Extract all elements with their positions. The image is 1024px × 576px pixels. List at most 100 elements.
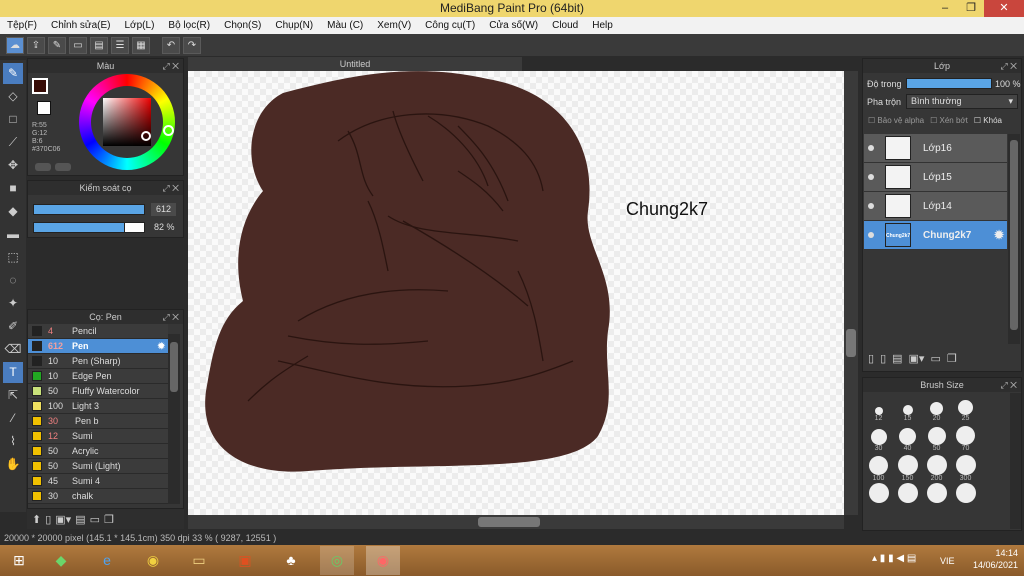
duplicate-icon[interactable]: ❐ — [947, 352, 957, 365]
panel-close-icon[interactable]: ⤢ ✕ — [162, 181, 179, 195]
dropper-tool-icon[interactable]: ⁄ — [3, 408, 23, 429]
layer-item-14[interactable]: Lớp14 — [864, 192, 1007, 221]
brush-item-acrylic[interactable]: 50 Acrylic — [28, 444, 168, 459]
brush-folder-icon[interactable]: ▭ — [90, 513, 100, 526]
windows-start-icon[interactable]: ⊞ — [2, 546, 36, 575]
rectangle-tool-icon[interactable]: □ — [3, 109, 23, 130]
hue-marker[interactable] — [163, 125, 174, 136]
medibang-paint-icon[interactable]: ◉ — [366, 546, 400, 575]
brush-size-preset[interactable] — [951, 483, 980, 513]
brush-item-light3[interactable]: 100 Light 3 — [28, 399, 168, 414]
canvas-horizontal-scrollbar[interactable] — [188, 515, 844, 529]
menu-file[interactable]: Tệp(F) — [0, 17, 44, 34]
minimize-button[interactable]: ‒ — [932, 0, 958, 17]
brush-size-preset[interactable]: 300 — [951, 453, 980, 483]
brush-size-preset[interactable]: 200 — [922, 453, 951, 483]
move-tool-icon[interactable]: ✥ — [3, 155, 23, 176]
line-tool-icon[interactable]: ⟋ — [3, 132, 23, 153]
brush-settings-icon[interactable]: ✹ — [157, 341, 165, 352]
brush-item-chalk[interactable]: 30 chalk — [28, 489, 168, 504]
comment-icon[interactable]: ✎ — [48, 36, 66, 54]
brush-size-preset[interactable]: 40 — [893, 423, 922, 453]
brush-size-preset[interactable]: 150 — [893, 453, 922, 483]
menu-window[interactable]: Cửa số(W) — [482, 17, 545, 34]
menu-filter[interactable]: Bộ lọc(R) — [161, 17, 217, 34]
bluestacks-icon[interactable]: ◆ — [44, 546, 78, 575]
undo-icon[interactable]: ↶ — [162, 36, 180, 54]
eraser-tool-icon[interactable]: ◇ — [3, 86, 23, 107]
brush-item-pen-b[interactable]: 30 Pen b — [28, 414, 168, 429]
panel-close-icon[interactable]: ⤢ ✕ — [1000, 59, 1017, 73]
message-icon[interactable]: ▭ — [69, 36, 87, 54]
primary-color-swatch[interactable] — [32, 78, 48, 94]
brush-item-sumi-light[interactable]: 50 Sumi (Light) — [28, 459, 168, 474]
brush-item-sumi[interactable]: 12 Sumi — [28, 429, 168, 444]
eye-icon[interactable] — [868, 145, 874, 151]
tray-icons[interactable]: ▴ ▮ ▮ ◀ ▤ — [872, 553, 916, 564]
restore-button[interactable]: ❐ — [958, 0, 984, 17]
menu-edit[interactable]: Chỉnh sửa(E) — [44, 17, 118, 34]
menu-tools[interactable]: Công cụ(T) — [418, 17, 482, 34]
brush-duplicate-icon[interactable]: ❐ — [104, 513, 114, 526]
brush-size-preset[interactable]: 12 — [864, 393, 893, 423]
panel-close-icon[interactable]: ⤢ ✕ — [162, 310, 179, 324]
brush-size-preset[interactable]: 50 — [922, 423, 951, 453]
brush-new-icon[interactable]: ▯ — [45, 513, 51, 526]
lock-checkbox[interactable]: ☐ Khóa — [974, 116, 1002, 125]
panel-close-icon[interactable]: ⤢ ✕ — [1000, 378, 1017, 392]
brush-tool-icon[interactable]: ✎ — [3, 63, 23, 84]
app-icon[interactable]: ♣ — [274, 546, 308, 575]
medibang-icon[interactable]: ◎ — [320, 546, 354, 575]
internet-explorer-icon[interactable]: e — [90, 546, 124, 575]
brush-copy-icon[interactable]: ▤ — [75, 513, 85, 526]
brush-size-preset[interactable]: 70 — [951, 423, 980, 453]
menu-help[interactable]: Help — [585, 17, 620, 34]
panel-close-icon[interactable]: ⤢ ✕ — [162, 59, 179, 73]
brush-size-scrollbar[interactable] — [1010, 393, 1021, 529]
share-icon[interactable]: ⇪ — [27, 36, 45, 54]
document-icon[interactable]: ▤ — [90, 36, 108, 54]
menu-layer[interactable]: Lớp(L) — [118, 17, 162, 34]
secondary-color-swatch[interactable] — [37, 101, 51, 115]
palette-add-icon[interactable] — [35, 163, 51, 171]
cloud-icon[interactable]: ☁ — [6, 36, 24, 54]
brush-add-icon[interactable]: ⬆ — [32, 513, 41, 526]
brush-size-value[interactable]: 612 — [151, 203, 176, 216]
brush-menu-icon[interactable]: ▣▾ — [55, 513, 71, 526]
layer-opacity-slider[interactable] — [906, 78, 992, 89]
canvas[interactable]: Chung2k7 — [188, 71, 844, 515]
layer-scrollbar[interactable] — [1008, 134, 1020, 344]
language-indicator[interactable]: VIE — [940, 556, 955, 566]
clock[interactable]: 14:14 14/06/2021 — [973, 547, 1018, 571]
brush-item-pencil[interactable]: 4 Pencil — [28, 324, 168, 339]
brush-size-preset[interactable] — [922, 483, 951, 513]
menu-color[interactable]: Màu (C) — [320, 17, 370, 34]
canvas-vertical-scrollbar[interactable] — [844, 71, 858, 515]
brush-size-preset[interactable]: 25 — [951, 393, 980, 423]
brush-size-preset[interactable]: 30 — [864, 423, 893, 453]
menu-select[interactable]: Chọn(S) — [217, 17, 268, 34]
brush-opacity-slider[interactable] — [33, 222, 125, 233]
menu-snap[interactable]: Chụp(N) — [268, 17, 320, 34]
brush-item-edge-pen[interactable]: 10 Edge Pen — [28, 369, 168, 384]
palette-menu-icon[interactable] — [55, 163, 71, 171]
brush-item-pen-sharp[interactable]: 10 Pen (Sharp) — [28, 354, 168, 369]
list-icon[interactable]: ☰ — [111, 36, 129, 54]
brush-size-slider[interactable] — [33, 204, 145, 215]
layer-settings-icon[interactable]: ✹ — [994, 228, 1004, 242]
brush-item-sumi4[interactable]: 45 Sumi 4 — [28, 474, 168, 489]
brush-size-preset[interactable]: 100 — [864, 453, 893, 483]
folder-icon[interactable]: ▭ — [930, 352, 940, 365]
eye-icon[interactable] — [868, 232, 874, 238]
protect-alpha-checkbox[interactable]: ☐ Bảo vệ alpha — [868, 116, 924, 125]
layer-item-16[interactable]: Lớp16 — [864, 134, 1007, 163]
eye-icon[interactable] — [868, 174, 874, 180]
image-layer-icon[interactable]: ▤ — [892, 352, 902, 365]
operation-tool-icon[interactable]: ⇱ — [3, 385, 23, 406]
chrome-icon[interactable]: ◉ — [136, 546, 170, 575]
magic-wand-icon[interactable]: ✦ — [3, 293, 23, 314]
brush-item-fluffy-watercolor[interactable]: 50 Fluffy Watercolor — [28, 384, 168, 399]
brush-list-scrollbar[interactable] — [168, 334, 180, 504]
layer-item-15[interactable]: Lớp15 — [864, 163, 1007, 192]
add-layer-menu-icon[interactable]: ▣▾ — [909, 352, 925, 365]
